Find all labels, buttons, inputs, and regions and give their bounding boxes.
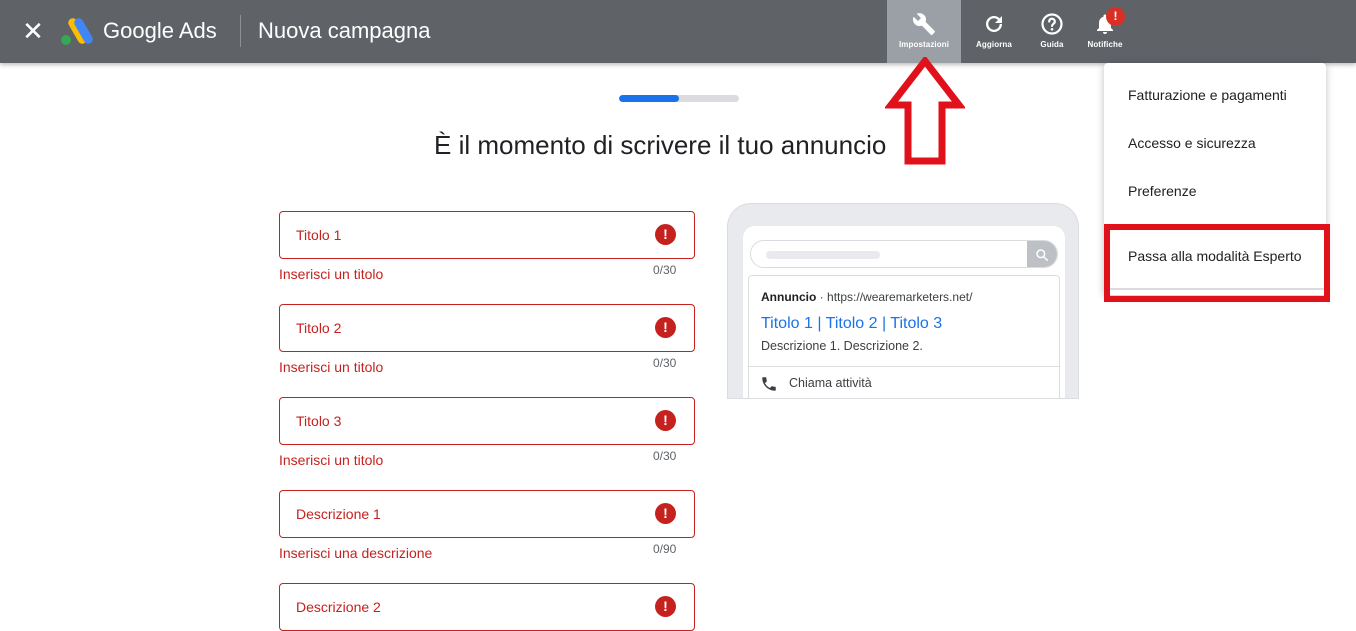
ad-label: Annuncio <box>761 290 817 304</box>
field-error-hint: Inserisci un titolo <box>279 266 384 282</box>
field-placeholder: Titolo 1 <box>296 227 342 243</box>
ad-url: https://wearemarketers.net/ <box>827 290 973 304</box>
menu-item-billing[interactable]: Fatturazione e pagamenti <box>1128 87 1287 103</box>
top-bar: ✕ Google Ads Nuova campagna Impostazioni… <box>0 0 1356 63</box>
tool-guida[interactable]: Guida <box>1028 0 1076 63</box>
ad-title[interactable]: Titolo 1 | Titolo 2 | Titolo 3 <box>761 315 942 333</box>
brand-name: Google Ads <box>103 18 217 43</box>
error-icon: ! <box>655 596 676 617</box>
field-placeholder: Titolo 3 <box>296 413 342 429</box>
ad-preview-phone: Annuncio · https://wearemarketers.net/ T… <box>727 203 1079 399</box>
refresh-icon <box>986 16 1002 32</box>
tool-aggiorna[interactable]: Aggiorna <box>968 0 1020 63</box>
annotation-arrow <box>885 57 965 165</box>
divider <box>749 366 1059 367</box>
tool-label: Impostazioni <box>898 40 950 49</box>
field-placeholder: Descrizione 1 <box>296 506 381 522</box>
field-error-hint: Inserisci una descrizione <box>279 545 433 561</box>
field-placeholder: Descrizione 2 <box>296 599 381 615</box>
char-counter: 0/30 <box>653 356 677 370</box>
ad-card: Annuncio · https://wearemarketers.net/ T… <box>748 275 1060 398</box>
phone-screen: Annuncio · https://wearemarketers.net/ T… <box>743 226 1065 398</box>
progress-fill <box>619 95 679 102</box>
tool-label: Aggiorna <box>976 40 1012 49</box>
wrench-icon <box>912 13 935 35</box>
search-icon <box>1036 249 1049 262</box>
google-ads-logo <box>61 18 93 45</box>
close-icon[interactable]: ✕ <box>20 17 46 45</box>
breadcrumb: Nuova campagna <box>258 18 431 43</box>
menu-item-preferences[interactable]: Preferenze <box>1128 183 1196 199</box>
tool-impostazioni[interactable]: Impostazioni <box>887 0 961 63</box>
char-counter: 0/30 <box>653 263 677 277</box>
preview-search-bar <box>750 240 1058 268</box>
error-icon: ! <box>655 503 676 524</box>
divider <box>240 15 241 47</box>
page-title: È il momento di scrivere il tuo annuncio <box>434 130 887 160</box>
error-icon: ! <box>655 224 676 245</box>
search-button <box>1027 241 1057 267</box>
field-error-hint: Inserisci un titolo <box>279 359 384 375</box>
ad-description: Descrizione 1. Descrizione 2. <box>761 339 923 353</box>
progress-bar <box>619 95 739 102</box>
ad-header: Annuncio · https://wearemarketers.net/ <box>761 290 972 304</box>
ad-separator: · <box>819 290 824 304</box>
notification-badge: ! <box>1106 7 1125 26</box>
field-placeholder: Titolo 2 <box>296 320 342 336</box>
help-icon <box>1041 13 1063 35</box>
call-extension[interactable]: Chiama attività <box>789 376 872 390</box>
search-placeholder-line <box>766 251 880 259</box>
tool-label: Guida <box>1040 40 1064 49</box>
field-error-hint: Inserisci un titolo <box>279 452 384 468</box>
highlight-box <box>1104 224 1330 302</box>
headline-3-field[interactable]: Titolo 3 ! <box>279 397 695 445</box>
error-icon: ! <box>655 317 676 338</box>
description-1-field[interactable]: Descrizione 1 ! <box>279 490 695 538</box>
headline-2-field[interactable]: Titolo 2 ! <box>279 304 695 352</box>
char-counter: 0/30 <box>653 449 677 463</box>
error-icon: ! <box>655 410 676 431</box>
headline-1-field[interactable]: Titolo 1 ! <box>279 211 695 259</box>
char-counter: 0/90 <box>653 542 677 556</box>
phone-icon <box>762 377 776 391</box>
tool-label: Notifiche <box>1087 40 1123 49</box>
menu-item-security[interactable]: Accesso e sicurezza <box>1128 135 1256 151</box>
